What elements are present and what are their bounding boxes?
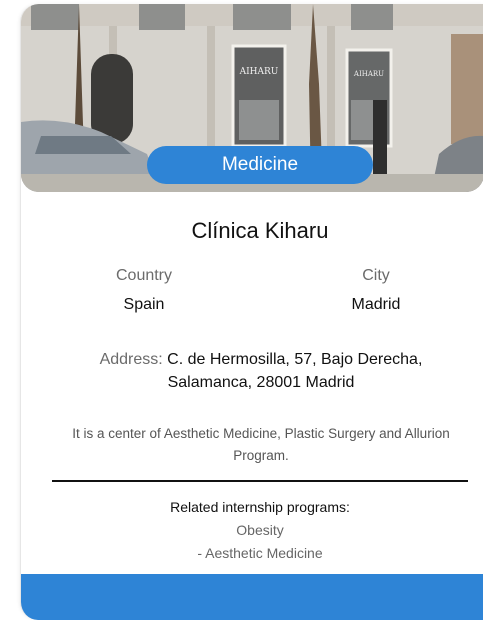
address: Address: C. de Hermosilla, 57, Bajo Dere… xyxy=(61,348,461,394)
city-value: Madrid xyxy=(351,296,401,313)
address-line1: C. de Hermosilla, 57, Bajo Derecha, xyxy=(167,351,423,368)
country-label: Country xyxy=(115,267,173,284)
clinic-title: Clínica Kiharu xyxy=(191,218,329,243)
category-badge: Medicine xyxy=(147,146,373,184)
country-value: Spain xyxy=(123,296,165,313)
related-program-item: - Aesthetic Medicine xyxy=(197,545,323,561)
clinic-card[interactable]: AIHARU AIHARU Medicine Clínica Kiharu Co… xyxy=(20,4,483,620)
divider xyxy=(52,480,468,482)
city-label: City xyxy=(362,267,390,284)
address-line2: Salamanca, 28001 Madrid xyxy=(167,374,355,391)
clinic-photo: AIHARU AIHARU Medicine xyxy=(21,4,483,192)
clinic-description: It is a center of Aesthetic Medicine, Pl… xyxy=(72,426,450,463)
address-label: Address: xyxy=(99,351,163,368)
related-program-item: Obesity xyxy=(236,522,284,538)
svg-text:AIHARU: AIHARU xyxy=(353,70,384,78)
svg-text:AIHARU: AIHARU xyxy=(239,67,279,77)
related-programs-title: Related internship programs: xyxy=(170,499,350,515)
card-footer-bar[interactable] xyxy=(21,574,483,620)
